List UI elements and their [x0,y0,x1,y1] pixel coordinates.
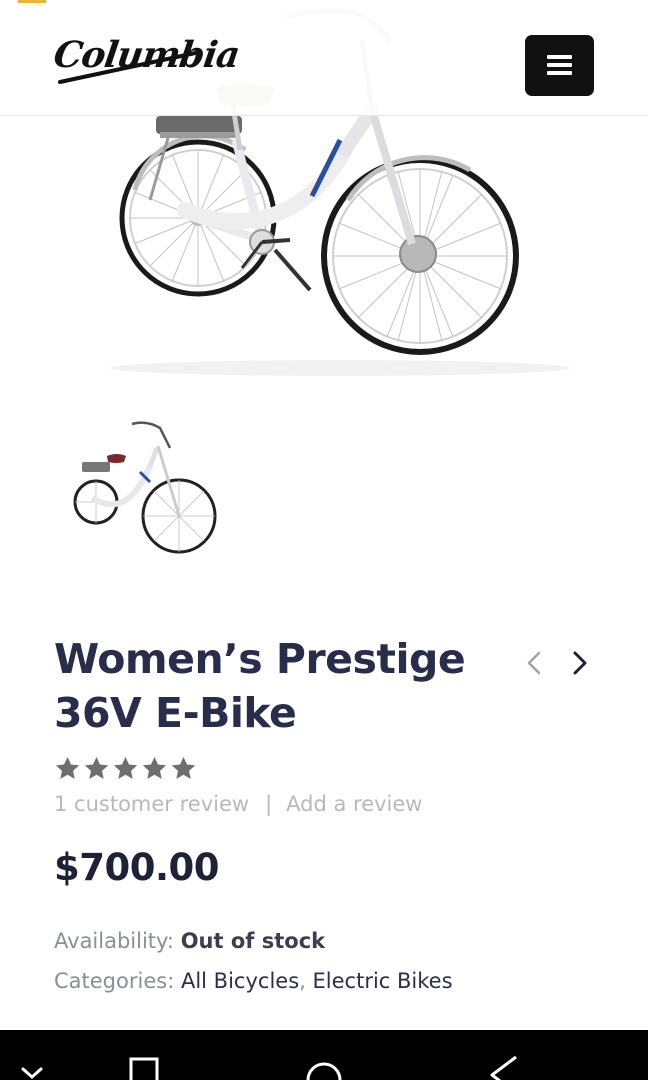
availability-row: Availability: Out of stock [54,929,325,953]
product-title-line2: 36V E-Bike [54,689,297,737]
product-title-line1: Women’s Prestige [54,635,466,683]
logo-text: Columbia [51,34,242,76]
chevron-down-icon[interactable] [20,1066,44,1080]
star-icon [55,757,80,779]
system-navigation-bar [0,1030,648,1080]
star-rating [54,755,197,783]
chevron-left-icon [527,651,541,675]
site-header: Columbia [0,0,648,116]
previous-product-button[interactable] [521,648,549,678]
category-link-all-bicycles[interactable]: All Bicycles [181,969,299,993]
price-currency: $ [54,846,80,889]
star-icon [84,757,109,779]
circle-home-icon[interactable] [306,1055,342,1080]
bike-thumbnail-image [73,421,217,554]
category-separator: , [299,969,306,993]
star-icon [171,757,196,779]
category-link-electric-bikes[interactable]: Electric Bikes [313,969,453,993]
review-links: 1 customer review | Add a review [54,792,422,816]
categories-row: Categories: All Bicycles, Electric Bikes [54,969,453,993]
square-recents-icon[interactable] [129,1057,159,1080]
columbia-logo[interactable]: Columbia [51,30,242,92]
chevron-right-icon [573,651,587,675]
availability-status: Out of stock [180,929,326,953]
price-amount: 700.00 [79,846,220,889]
star-icon [113,757,138,779]
product-price: $700.00 [54,846,220,889]
product-title: Women’s Prestige 36V E-Bike [54,632,504,740]
availability-label: Availability: [54,929,175,953]
next-product-button[interactable] [566,648,594,678]
star-icon [142,757,167,779]
review-separator: | [265,792,273,816]
main-menu-button[interactable] [525,35,594,96]
hamburger-menu-icon [547,55,572,75]
status-accent-bar [18,0,46,3]
add-review-link[interactable]: Add a review [286,792,422,816]
product-thumbnail[interactable] [62,410,226,560]
categories-label: Categories: [54,969,175,993]
triangle-back-icon[interactable] [488,1055,520,1080]
customer-review-link[interactable]: 1 customer review [54,792,249,816]
